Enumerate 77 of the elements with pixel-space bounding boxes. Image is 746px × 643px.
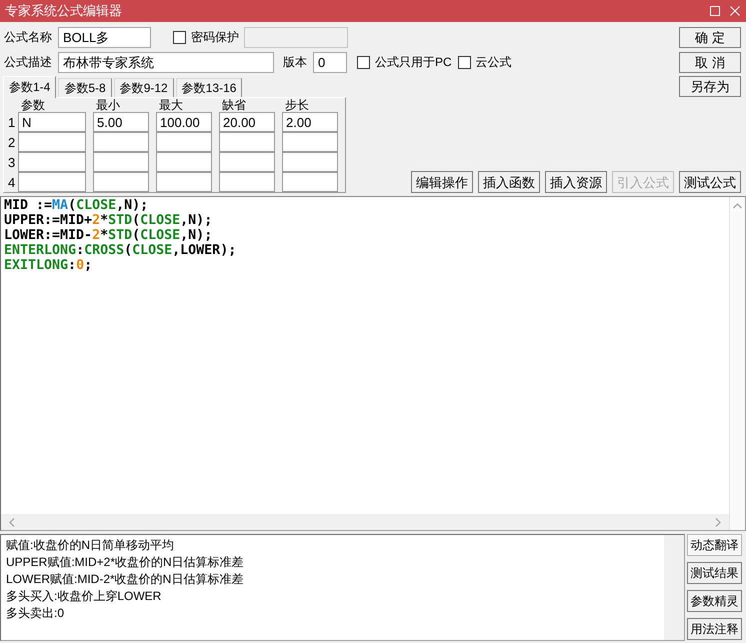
- param-field[interactable]: N: [18, 112, 86, 132]
- checkbox-label: 密码保护: [191, 29, 239, 46]
- code-line: EXITLONG:0;: [4, 258, 94, 273]
- translation-box[interactable]: 赋值:收盘价的N日简单移动平均 UPPER赋值:MID+2*收盘价的N日估算标准差 LOWER赋值:MID-2*收盘价的N日估算标准差 多头买入:收盘价上穿LOWER 多头卖出:0: [0, 534, 685, 641]
- param-field[interactable]: [18, 132, 86, 152]
- param-field[interactable]: 20.00: [219, 112, 275, 132]
- param-field[interactable]: [282, 172, 338, 192]
- translation-line: LOWER赋值:MID-2*收盘价的N日估算标准差: [6, 571, 244, 588]
- param-field[interactable]: [156, 152, 212, 172]
- insert-function-button[interactable]: 插入函数: [478, 171, 540, 193]
- checkbox[interactable]: [173, 31, 186, 44]
- formula-name-label: 公式名称: [4, 29, 52, 46]
- formula-description-label: 公式描述: [4, 54, 52, 71]
- param-field[interactable]: [156, 132, 212, 152]
- test-results-button[interactable]: 测试结果: [687, 562, 742, 584]
- param-field[interactable]: [219, 132, 275, 152]
- param-field[interactable]: [93, 152, 149, 172]
- code-editor[interactable]: MID :=MA(CLOSE,N); UPPER:=MID+2*STD(CLOSE,N); LOWER:=MID-2*STD(CLOSE,N); ENTERLONG:CROSS(CLOSE,LOWER); EXITLONG:0;: [0, 196, 746, 531]
- param-field[interactable]: [93, 132, 149, 152]
- parameter-wizard-button[interactable]: 参数精灵: [687, 590, 742, 612]
- vertical-scrollbar[interactable]: [664, 535, 684, 640]
- column-header: 最小: [95, 99, 121, 112]
- checkbox[interactable]: [458, 56, 471, 69]
- close-icon[interactable]: [730, 6, 740, 16]
- window-title: 专家系统公式编辑器: [5, 2, 123, 20]
- param-field[interactable]: [18, 172, 86, 192]
- insert-resource-button[interactable]: 插入资源: [545, 171, 607, 193]
- code-line: ENTERLONG:CROSS(CLOSE,LOWER);: [4, 243, 238, 258]
- tab[interactable]: 参数9-12: [114, 78, 174, 97]
- translation-line: UPPER赋值:MID+2*收盘价的N日估算标准差: [6, 554, 245, 571]
- translation-line: 多头卖出:0: [6, 605, 66, 622]
- param-field[interactable]: [282, 152, 338, 172]
- row-number: 1: [7, 114, 16, 132]
- column-header: 参数: [20, 99, 46, 112]
- tab[interactable]: 参数1-4: [3, 76, 56, 98]
- checkbox-label: 云公式: [476, 54, 512, 71]
- cancel-button[interactable]: 取 消: [679, 52, 741, 73]
- param-field[interactable]: 5.00: [93, 112, 149, 132]
- version-field[interactable]: 0: [313, 52, 347, 73]
- version-label: 版本: [283, 54, 307, 71]
- param-field[interactable]: [18, 152, 86, 172]
- column-header: 缺省: [221, 99, 247, 112]
- tab[interactable]: 参数13-16: [176, 78, 242, 97]
- translation-line: 多头买入:收盘价上穿LOWER: [6, 588, 162, 605]
- param-field[interactable]: [93, 172, 149, 192]
- chevron-up-icon[interactable]: [733, 203, 742, 209]
- save-as-button[interactable]: 另存为: [679, 76, 741, 97]
- row-number: 3: [7, 154, 16, 172]
- formula-name-field[interactable]: BOLL多: [58, 27, 151, 48]
- param-field[interactable]: [219, 152, 275, 172]
- chevron-right-icon[interactable]: [715, 518, 721, 526]
- usage-notes-button[interactable]: 用法注释: [687, 618, 742, 640]
- dynamic-translation-button[interactable]: 动态翻译: [687, 534, 742, 556]
- maximize-icon[interactable]: [710, 6, 720, 16]
- checkbox[interactable]: [357, 56, 370, 69]
- chevron-left-icon[interactable]: [9, 518, 15, 526]
- ok-button[interactable]: 确 定: [679, 27, 741, 48]
- column-header: 步长: [284, 99, 310, 112]
- formula-description-field[interactable]: 布林带专家系统: [58, 52, 274, 73]
- tab[interactable]: 参数5-8: [58, 78, 112, 97]
- checkbox-label: 公式只用于PC: [375, 54, 452, 71]
- edit-operations-button[interactable]: 编辑操作: [411, 171, 473, 193]
- code-line: MID :=MA(CLOSE,N);: [4, 198, 150, 213]
- translation-line: 赋值:收盘价的N日简单移动平均: [6, 537, 175, 554]
- param-field[interactable]: [219, 172, 275, 192]
- param-field[interactable]: [282, 132, 338, 152]
- row-number: 4: [7, 174, 16, 192]
- code-line: UPPER:=MID+2*STD(CLOSE,N);: [4, 213, 214, 228]
- code-line: LOWER:=MID-2*STD(CLOSE,N);: [4, 228, 214, 243]
- row-number: 2: [7, 134, 16, 152]
- horizontal-scrollbar[interactable]: [1, 514, 729, 530]
- column-header: 最大: [158, 99, 184, 112]
- param-field[interactable]: 2.00: [282, 112, 338, 132]
- test-formula-button[interactable]: 测试公式: [679, 171, 741, 193]
- vertical-scrollbar[interactable]: [729, 197, 745, 530]
- param-field[interactable]: [156, 172, 212, 192]
- param-field[interactable]: 100.00: [156, 112, 212, 132]
